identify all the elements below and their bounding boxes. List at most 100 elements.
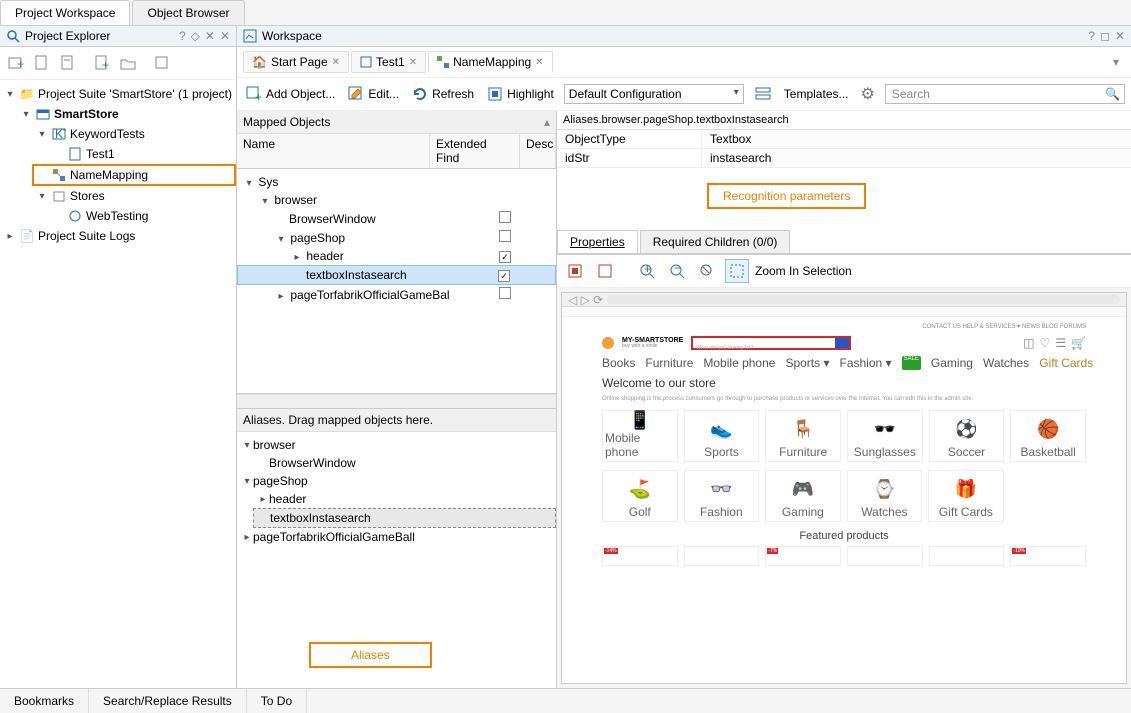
zoom-out-button[interactable]: −	[665, 259, 689, 283]
alias-browserwindow[interactable]: BrowserWindow	[269, 456, 356, 470]
test-icon	[67, 146, 83, 162]
alias-torfabrik[interactable]: pageTorfabrikOfficialGameBall	[253, 530, 415, 544]
zoom-reset-button[interactable]	[695, 259, 719, 283]
tab-object-browser[interactable]: Object Browser	[132, 0, 244, 25]
alias-header[interactable]: header	[269, 492, 306, 506]
workspace-tabs: 🏠 Start Page ✕ Test1 ✕ NameMapping ✕ ▾	[237, 47, 1131, 78]
tab-test1[interactable]: Test1 ✕	[351, 51, 426, 73]
pe-toolbar: + +	[0, 47, 236, 80]
checkbox-checked[interactable]: ✓	[499, 251, 511, 263]
browser-preview: ◁ ▷ ⟳ CONTACT US HELP & SERVICES ▾ NEWS …	[561, 292, 1127, 684]
checkbox[interactable]	[499, 230, 511, 242]
project-tree[interactable]: ▾📁Project Suite 'SmartStore' (1 project)…	[0, 80, 236, 688]
col-name[interactable]: Name	[237, 134, 430, 168]
col-desc[interactable]: Desc	[520, 134, 556, 168]
open-button[interactable]	[116, 51, 140, 75]
project-node[interactable]: SmartStore	[54, 107, 119, 121]
tab-namemapping[interactable]: NameMapping ✕	[428, 51, 552, 73]
gear-icon: ⚙	[861, 84, 875, 104]
property-row[interactable]: idStr instasearch	[557, 149, 1131, 168]
tab-todo[interactable]: To Do	[247, 689, 307, 713]
keyword-tests-icon: KT	[51, 126, 67, 142]
tab-search-replace[interactable]: Search/Replace Results	[89, 689, 247, 713]
store-search-highlight: What are you looking for?	[691, 336, 851, 350]
workspace-title: Workspace	[262, 29, 322, 43]
new-item3-button[interactable]: +	[90, 51, 114, 75]
zoom-label: Zoom In Selection	[755, 264, 852, 278]
zoom-selection-button[interactable]	[725, 259, 749, 283]
mapped-aliases-column: Mapped Objects ▴ Name Extended Find Desc…	[237, 111, 557, 688]
ws-max-icon[interactable]: ◻	[1100, 29, 1110, 43]
project-explorer-panel: Project Explorer ? ◇ ✕ ✕ + + ▾📁Project S…	[0, 26, 237, 688]
aliases-panel: Aliases. Drag mapped objects here. ▾brow…	[237, 408, 556, 688]
ws-close-icon[interactable]: ✕	[1115, 29, 1125, 43]
horizontal-scrollbar[interactable]	[237, 394, 556, 408]
workspace-icon	[243, 29, 257, 43]
tab-required-children[interactable]: Required Children (0/0)	[640, 230, 791, 253]
mapped-tree[interactable]: ▾ Sys ▾ browser BrowserWindow ▾ pageShop…	[237, 169, 556, 394]
item5-button[interactable]	[150, 51, 174, 75]
close-icon[interactable]: ✕	[220, 29, 230, 43]
dropdown-icon[interactable]: ◇	[191, 29, 200, 43]
test1-node[interactable]: Test1	[86, 147, 115, 161]
config-dropdown[interactable]: Default Configuration	[564, 84, 744, 104]
new-item1-button[interactable]	[30, 51, 54, 75]
edit-button[interactable]: Edit...	[345, 83, 401, 105]
panel-controls: ? ◇ ✕ ✕	[179, 29, 230, 43]
alias-browser[interactable]: browser	[253, 438, 296, 452]
store-welcome: Welcome to our store	[602, 376, 1086, 390]
collapse-icon[interactable]: ▴	[544, 115, 550, 129]
checkbox[interactable]	[499, 287, 511, 299]
alias-pageshop[interactable]: pageShop	[253, 474, 308, 488]
add-object-button[interactable]: + Add Object...	[243, 83, 337, 105]
new-project-button[interactable]: +	[4, 51, 28, 75]
keyword-tests-node[interactable]: KeywordTests	[70, 127, 145, 141]
close-icon[interactable]: ✕	[409, 57, 417, 68]
ws-help-icon[interactable]: ?	[1088, 29, 1095, 43]
stores-node[interactable]: Stores	[70, 189, 105, 203]
logs-node[interactable]: Project Suite Logs	[38, 229, 135, 243]
svg-text:+: +	[102, 58, 109, 72]
suite-icon: 📁	[19, 86, 35, 102]
close-icon[interactable]: ✕	[332, 57, 340, 68]
tab-start-page[interactable]: 🏠 Start Page ✕	[243, 51, 349, 73]
bottom-tab-strip: Bookmarks Search/Replace Results To Do	[0, 688, 1131, 713]
alias-textbox[interactable]: textboxInstasearch	[270, 511, 371, 525]
search-icon: 🔍	[1105, 87, 1120, 101]
property-row[interactable]: ObjectType Textbox	[557, 130, 1131, 149]
config-manage-button[interactable]	[752, 83, 774, 105]
new-item2-button[interactable]	[56, 51, 80, 75]
zoom-in-button[interactable]: +	[635, 259, 659, 283]
preview-highlight2-button[interactable]	[593, 259, 617, 283]
suite-node[interactable]: Project Suite 'SmartStore' (1 project)	[38, 87, 232, 101]
checkbox-checked[interactable]: ✓	[498, 270, 510, 282]
namemapping-node[interactable]: NameMapping	[70, 168, 148, 182]
preview-highlight-button[interactable]	[563, 259, 587, 283]
templates-button[interactable]: Templates...	[782, 85, 851, 103]
webtesting-node[interactable]: WebTesting	[86, 209, 148, 223]
help-icon[interactable]: ?	[179, 29, 186, 43]
store-top-icons: ◫♡☰🛒	[1023, 336, 1086, 350]
refresh-button[interactable]: Refresh	[409, 83, 476, 105]
tab-bookmarks[interactable]: Bookmarks	[0, 689, 89, 713]
search-input[interactable]: Search 🔍	[885, 84, 1125, 104]
product-tile: ⚽Soccer	[929, 410, 1005, 462]
tab-menu-icon[interactable]: ▾	[1107, 55, 1125, 69]
col-extended-find[interactable]: Extended Find	[430, 134, 520, 168]
store-sub: Online shopping is the process consumers…	[602, 396, 1086, 402]
product-tile: 🪑Furniture	[765, 410, 841, 462]
settings-button[interactable]: ⚙	[859, 82, 877, 106]
pin-icon[interactable]: ✕	[205, 29, 215, 43]
object-path: Aliases.browser.pageShop.textboxInstasea…	[557, 111, 1131, 130]
logs-icon: 📄	[19, 228, 35, 244]
tab-properties[interactable]: Properties	[557, 230, 638, 253]
tab-project-workspace[interactable]: Project Workspace	[0, 0, 130, 25]
featured-title: Featured products	[602, 530, 1086, 542]
mapped-objects-title: Mapped Objects	[243, 115, 330, 129]
namemapping-icon	[51, 167, 67, 183]
highlight-button[interactable]: Highlight	[484, 83, 556, 105]
product-tile: 🕶️Sunglasses	[847, 410, 923, 462]
close-icon[interactable]: ✕	[535, 57, 543, 68]
product-tile: 👓Fashion	[684, 470, 760, 522]
checkbox[interactable]	[499, 211, 511, 223]
